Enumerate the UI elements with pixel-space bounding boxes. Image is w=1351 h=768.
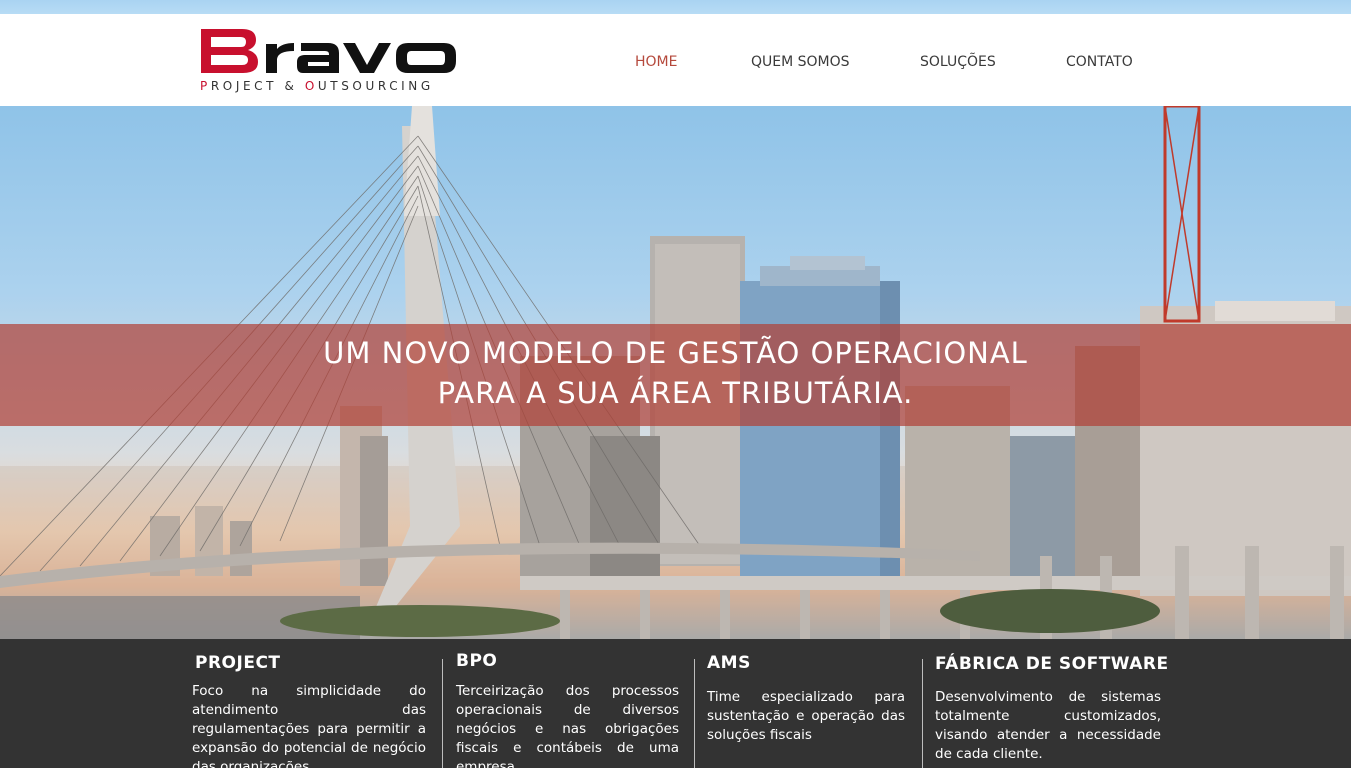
headline-line-1: UM NOVO MODELO DE GESTÃO OPERACIONAL bbox=[323, 336, 1028, 370]
column-divider bbox=[442, 659, 443, 768]
nav-contato[interactable]: CONTATO bbox=[1066, 54, 1133, 74]
service-description: Foco na simplicidade do atendimento das … bbox=[192, 683, 426, 768]
service-title: FÁBRICA DE SOFTWARE bbox=[935, 654, 1169, 674]
service-description: Time especializado para sustentação e op… bbox=[707, 689, 905, 743]
logo-tagline: PROJECT & OUTSOURCING bbox=[200, 79, 434, 93]
services-section: PROJECT Foco na simplicidade do atendime… bbox=[0, 639, 1351, 768]
top-sky-strip bbox=[0, 0, 1351, 14]
service-description: Desenvolvimento de sistemas totalmente c… bbox=[935, 689, 1161, 762]
column-divider bbox=[694, 659, 695, 768]
headline-line-2: PARA A SUA ÁREA TRIBUTÁRIA. bbox=[437, 376, 914, 410]
nav-home[interactable]: HOME bbox=[635, 54, 677, 74]
service-title: BPO bbox=[456, 651, 498, 671]
hero-banner: UM NOVO MODELO DE GESTÃO OPERACIONAL PAR… bbox=[0, 106, 1351, 639]
site-header: PROJECT & OUTSOURCING HOME QUEM SOMOS SO… bbox=[0, 14, 1351, 106]
service-title: AMS bbox=[707, 653, 751, 673]
bravo-logo-wordmark bbox=[201, 29, 456, 73]
bravo-logo[interactable]: PROJECT & OUTSOURCING bbox=[198, 26, 463, 96]
service-description: Terceirização dos processos operacionais… bbox=[456, 683, 679, 768]
column-divider bbox=[922, 659, 923, 768]
nav-quem-somos[interactable]: QUEM SOMOS bbox=[751, 54, 850, 74]
headline-banner: UM NOVO MODELO DE GESTÃO OPERACIONAL PAR… bbox=[0, 324, 1351, 426]
service-title: PROJECT bbox=[195, 653, 281, 673]
nav-solucoes[interactable]: SOLUÇÕES bbox=[920, 54, 996, 74]
